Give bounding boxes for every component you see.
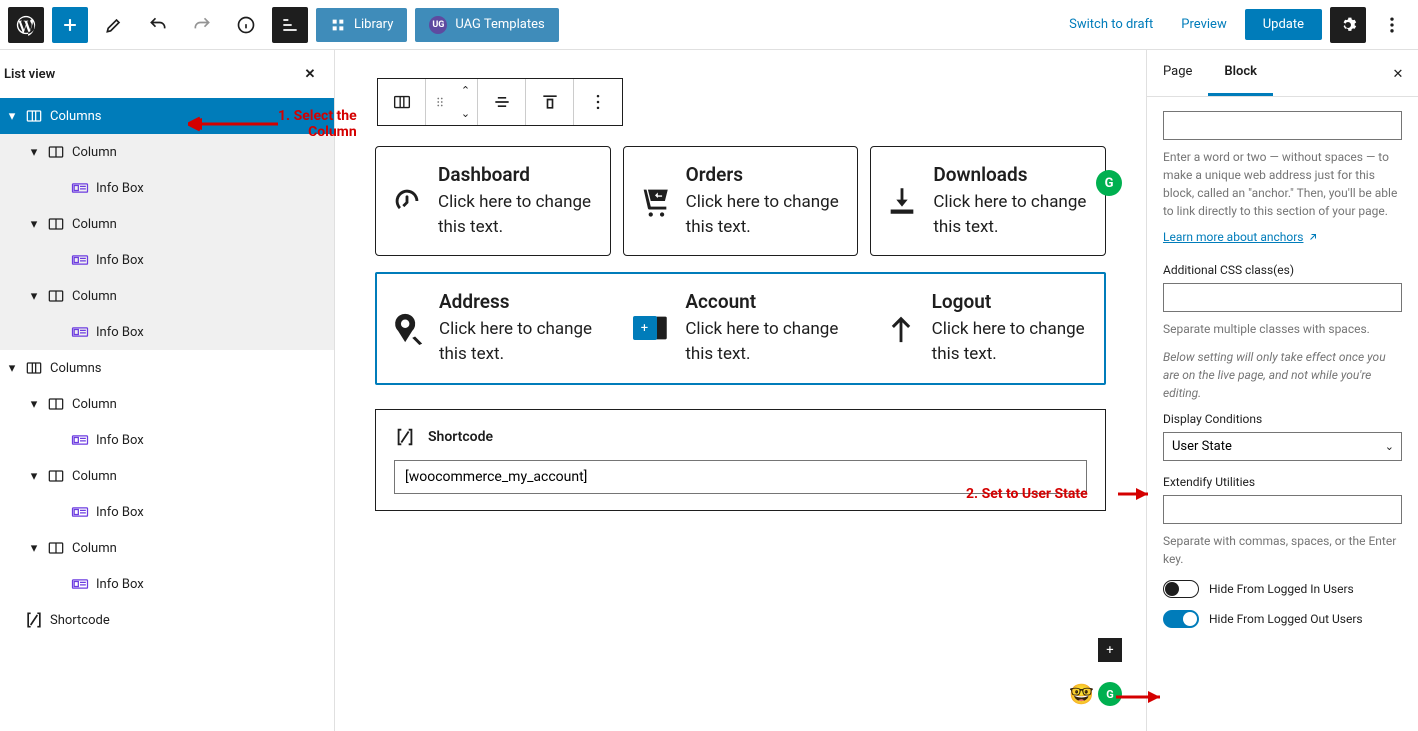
tab-page[interactable]: Page xyxy=(1147,50,1208,96)
list-item-columns[interactable]: ▾ Columns xyxy=(0,98,334,134)
block-more-button[interactable] xyxy=(574,79,622,125)
shortcode-input[interactable] xyxy=(394,460,1087,494)
more-menu-button[interactable] xyxy=(1374,7,1410,43)
display-conditions-label: Display Conditions xyxy=(1163,412,1402,426)
list-view-title: List view xyxy=(4,67,298,82)
list-item-column[interactable]: ▾ Column xyxy=(0,530,334,566)
uag-templates-button[interactable]: UG UAG Templates xyxy=(415,8,558,42)
extendify-help-text: Separate with commas, spaces, or the Ent… xyxy=(1163,532,1402,568)
corner-badges: 🤓G xyxy=(1069,682,1122,706)
close-list-view[interactable]: ✕ xyxy=(298,62,322,86)
hide-logged-out-label: Hide From Logged Out Users xyxy=(1209,612,1363,626)
selected-columns-row[interactable]: AddressClick here to change this text. A… xyxy=(375,272,1106,384)
list-item-infobox[interactable]: Info Box xyxy=(0,422,334,458)
css-help-text: Separate multiple classes with spaces. xyxy=(1163,320,1402,338)
infobox-logout[interactable]: LogoutClick here to change this text. xyxy=(870,274,1104,382)
list-item-column[interactable]: ▾ Column xyxy=(0,386,334,422)
download-icon xyxy=(885,163,919,239)
block-type-button[interactable] xyxy=(378,79,426,125)
list-item-column[interactable]: ▾ Column xyxy=(0,278,334,314)
hide-logged-in-toggle[interactable] xyxy=(1163,580,1199,598)
infobox-account[interactable]: AccountClick here to change this text. xyxy=(623,274,857,382)
list-view-toggle[interactable] xyxy=(272,7,308,43)
library-button[interactable]: Library xyxy=(316,8,407,42)
list-item-shortcode[interactable]: Shortcode xyxy=(0,602,334,638)
grammarly-icon: G xyxy=(1096,170,1122,196)
update-button[interactable]: Update xyxy=(1245,9,1322,40)
align-button[interactable] xyxy=(478,79,526,125)
settings-sidebar: Page Block ✕ Enter a word or two — witho… xyxy=(1146,50,1418,731)
infobox-address[interactable]: AddressClick here to change this text. xyxy=(377,274,611,382)
hide-logged-in-label: Hide From Logged In Users xyxy=(1209,582,1354,596)
list-view-panel: List view ✕ ▾ Columns ▾ Column Info Box … xyxy=(0,50,335,731)
valign-button[interactable] xyxy=(526,79,574,125)
map-pin-icon xyxy=(391,290,425,366)
anchor-learn-more-link[interactable]: Learn more about anchors xyxy=(1163,230,1319,244)
gauge-icon xyxy=(390,163,424,239)
list-item-column[interactable]: ▾ Column xyxy=(0,458,334,494)
css-classes-label: Additional CSS class(es) xyxy=(1163,263,1402,277)
css-classes-input[interactable] xyxy=(1163,283,1402,312)
extendify-label: Extendify Utilities xyxy=(1163,475,1402,489)
list-item-columns[interactable]: ▾ Columns xyxy=(0,350,334,386)
list-item-column[interactable]: ▾ Column xyxy=(0,206,334,242)
anchor-help-text: Enter a word or two — without spaces — t… xyxy=(1163,148,1402,220)
hide-logged-out-toggle[interactable] xyxy=(1163,610,1199,628)
shortcode-block[interactable]: Shortcode xyxy=(375,409,1106,511)
list-item-infobox[interactable]: Info Box xyxy=(0,170,334,206)
infobox-orders[interactable]: OrdersClick here to change this text. xyxy=(623,146,859,256)
preview-link[interactable]: Preview xyxy=(1171,17,1236,32)
add-column-button[interactable]: + xyxy=(633,316,657,340)
add-block-inline[interactable]: + xyxy=(1098,638,1122,662)
add-block-button[interactable] xyxy=(52,7,88,43)
wp-logo[interactable] xyxy=(8,7,44,43)
list-item-infobox[interactable]: Info Box xyxy=(0,566,334,602)
anchor-input[interactable] xyxy=(1163,111,1402,140)
drag-handle[interactable] xyxy=(426,79,454,125)
undo-button[interactable] xyxy=(140,7,176,43)
arrow-up-icon xyxy=(884,290,918,366)
info-button[interactable] xyxy=(228,7,264,43)
display-conditions-select[interactable]: User State xyxy=(1163,432,1402,461)
close-sidebar[interactable]: ✕ xyxy=(1386,62,1410,86)
cart-icon xyxy=(638,163,672,239)
list-item-infobox[interactable]: Info Box xyxy=(0,494,334,530)
infobox-downloads[interactable]: DownloadsClick here to change this text. xyxy=(870,146,1106,256)
move-up[interactable]: ⌃ xyxy=(454,79,477,102)
list-item-column[interactable]: ▾ Column xyxy=(0,134,334,170)
edit-mode-button[interactable] xyxy=(96,7,132,43)
redo-button[interactable] xyxy=(184,7,220,43)
settings-toggle[interactable] xyxy=(1330,7,1366,43)
list-item-infobox[interactable]: Info Box xyxy=(0,242,334,278)
switch-to-draft-link[interactable]: Switch to draft xyxy=(1059,17,1163,32)
list-item-infobox[interactable]: Info Box xyxy=(0,314,334,350)
infobox-dashboard[interactable]: DashboardClick here to change this text. xyxy=(375,146,611,256)
editor-canvas[interactable]: M ⌃⌄ G DashboardClick here to change thi… xyxy=(335,50,1146,731)
editor-topbar: Library UG UAG Templates Switch to draft… xyxy=(0,0,1418,50)
block-toolbar: ⌃⌄ xyxy=(377,78,623,126)
tab-block[interactable]: Block xyxy=(1208,50,1273,96)
extendify-input[interactable] xyxy=(1163,495,1402,524)
move-down[interactable]: ⌄ xyxy=(454,102,477,125)
live-note: Below setting will only take effect once… xyxy=(1163,348,1402,402)
